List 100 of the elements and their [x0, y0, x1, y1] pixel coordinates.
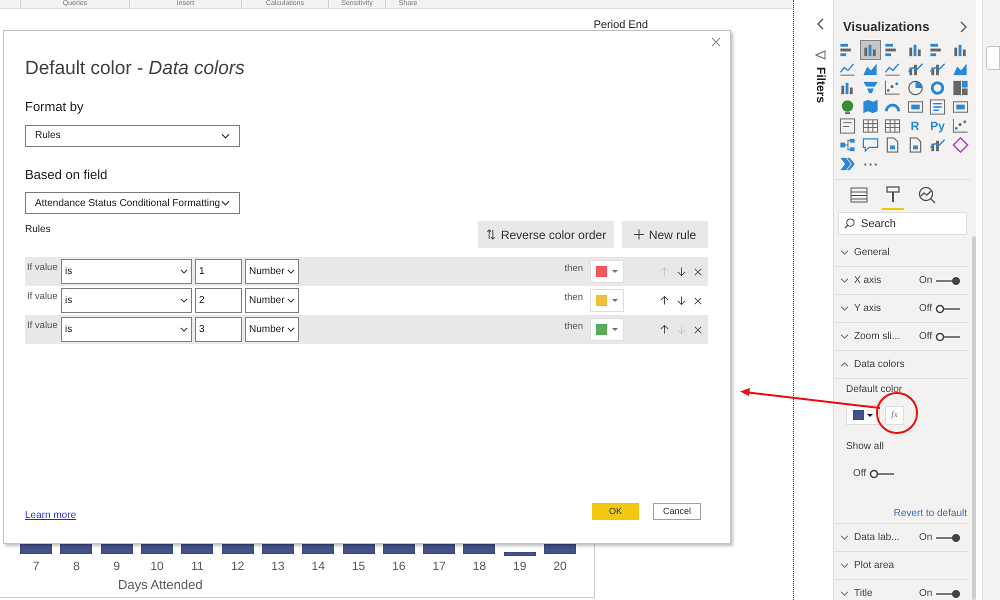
scatter-chart-icon[interactable] [950, 117, 970, 135]
field-label: Format by [25, 98, 85, 116]
revert-link[interactable]: Revert to default [894, 506, 967, 521]
speech-bubble-icon[interactable] [860, 136, 880, 154]
slicer-icon[interactable] [838, 117, 857, 135]
down-arrow-icon[interactable] [677, 295, 686, 306]
type-dropdown[interactable]: Number [245, 259, 299, 284]
chevron-icon [287, 269, 295, 274]
color-picker[interactable] [590, 260, 624, 283]
rule-prefix: If value [27, 290, 59, 304]
axis-label: 18 [472, 558, 486, 575]
chevron-icon [221, 200, 230, 206]
analytics-icon [918, 186, 936, 204]
down-arrow-icon[interactable] [677, 266, 686, 277]
chevron-icon [287, 298, 295, 303]
bar [544, 544, 576, 554]
expand-chevron-icon[interactable] [840, 250, 849, 255]
caret-icon [612, 328, 618, 331]
plus-icon [634, 229, 644, 240]
search-field[interactable]: Search [838, 212, 967, 235]
then-label: then [564, 262, 583, 276]
value-field[interactable]: 2 [195, 288, 242, 313]
section-header[interactable]: Data colors [854, 357, 914, 372]
treemap-icon[interactable] [950, 79, 970, 97]
section-header[interactable]: Plot area [854, 558, 914, 573]
map-icon[interactable] [860, 98, 880, 116]
up-arrow-icon[interactable] [660, 295, 669, 306]
type-dropdown[interactable]: Number [245, 317, 299, 342]
expand-chevron-icon[interactable] [840, 535, 849, 540]
cancel-button[interactable]: Cancel [653, 503, 701, 520]
value-field[interactable]: 3 [195, 317, 242, 342]
axis-label: 10 [150, 558, 164, 575]
section-header[interactable]: X axis [854, 273, 914, 288]
filter-icon[interactable] [815, 50, 826, 60]
bar [423, 544, 456, 554]
reverse-order-button[interactable]: Reverse color order [478, 221, 614, 248]
donut-chart-icon[interactable] [928, 79, 947, 97]
expand-chevron-icon[interactable] [840, 591, 849, 596]
up-arrow-icon[interactable] [660, 324, 669, 335]
dropdown[interactable]: Rules [25, 124, 240, 146]
toggle-label: On [919, 587, 932, 600]
expand-chevron-icon[interactable] [840, 278, 849, 283]
expand-chevron-icon[interactable] [840, 306, 849, 311]
toggle-switch[interactable] [935, 304, 962, 314]
delete-icon[interactable] [694, 268, 702, 276]
collapse-chevron-icon[interactable] [840, 362, 849, 367]
rule-prefix: If value [27, 261, 59, 276]
column-chart-icon[interactable] [860, 41, 880, 59]
type-dropdown[interactable]: Number [245, 288, 299, 313]
operator-dropdown[interactable]: is [61, 259, 192, 284]
rule-prefix: If value [27, 319, 59, 334]
chevron-icon[interactable] [838, 155, 857, 173]
axis-label: 20 [553, 558, 567, 575]
operator-dropdown[interactable]: is [61, 288, 192, 313]
operator-dropdown[interactable]: is [61, 317, 192, 342]
ok-button[interactable]: OK [592, 503, 639, 520]
axis-label: 17 [432, 558, 446, 575]
visual-title: Period End [594, 20, 648, 31]
new-rule-button[interactable]: New rule [622, 221, 708, 248]
pie-chart-icon[interactable] [906, 79, 924, 97]
scatter-chart-icon[interactable] [883, 79, 902, 97]
toggle-label: Off [919, 302, 932, 316]
close-icon[interactable] [711, 37, 721, 47]
table-icon[interactable] [860, 117, 880, 135]
side-panel-field[interactable] [986, 46, 1000, 70]
color-picker[interactable] [590, 318, 624, 341]
toggle-switch[interactable] [935, 332, 962, 342]
delete-icon[interactable] [694, 296, 702, 304]
fx-button[interactable]: fx [885, 406, 904, 424]
diamond-icon[interactable] [950, 136, 970, 154]
scrollbar[interactable] [972, 236, 976, 600]
expand-icon[interactable] [959, 21, 967, 33]
section-header[interactable]: General [854, 245, 914, 260]
section-header[interactable]: Data lab... [854, 530, 914, 545]
paint-roller-icon [884, 186, 902, 204]
text-card-icon[interactable] [928, 98, 947, 116]
section-header[interactable]: Zoom sli... [854, 329, 914, 344]
toggle-switch[interactable] [935, 532, 962, 542]
dropdown[interactable]: Attendance Status Conditional Formatting [25, 192, 240, 214]
axis-label: 12 [230, 558, 244, 575]
expand-chevron-icon[interactable] [840, 334, 849, 339]
delete-icon[interactable] [694, 326, 702, 334]
toggle-switch[interactable] [935, 276, 962, 286]
toggle-switch[interactable] [869, 468, 896, 478]
learn-more-link[interactable]: Learn more [25, 508, 76, 523]
value-field[interactable]: 1 [195, 259, 242, 284]
section-header[interactable]: Y axis [854, 301, 914, 316]
axis-label: 9 [113, 558, 120, 575]
expand-chevron-icon[interactable] [840, 563, 849, 568]
section-header[interactable]: Title [854, 586, 914, 600]
paint-roller-tab[interactable] [882, 185, 904, 210]
table-icon[interactable] [883, 117, 902, 135]
bar [20, 544, 52, 554]
decomposition-tree-icon[interactable] [838, 136, 857, 154]
chevron-icon [287, 327, 295, 332]
collapse-icon[interactable] [816, 18, 824, 30]
toggle-label: Off [853, 467, 866, 481]
toggle-switch[interactable] [935, 588, 962, 598]
toggle-label: On [919, 531, 932, 545]
color-picker[interactable] [590, 289, 624, 312]
